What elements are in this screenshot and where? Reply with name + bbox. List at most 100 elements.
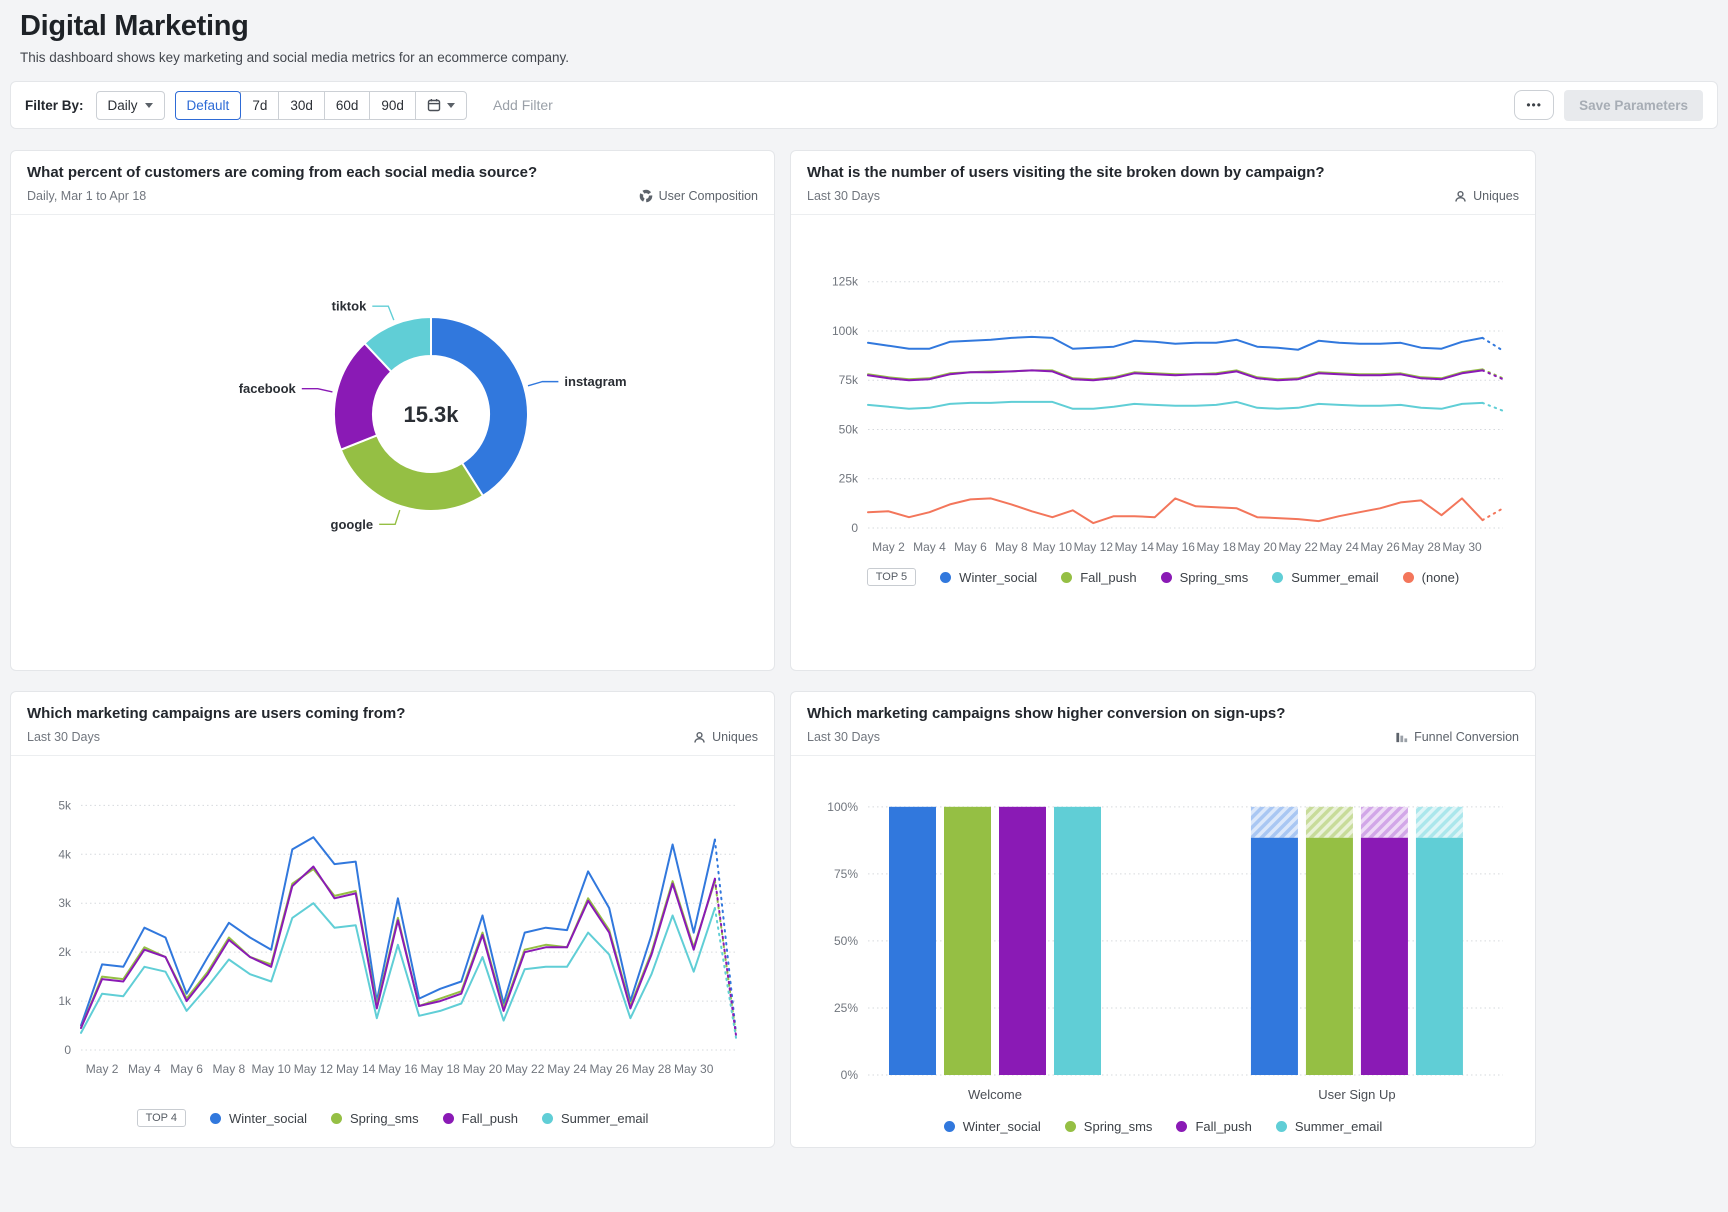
panel-funnel-conversion: Which marketing campaigns show higher co… [790,691,1536,1148]
svg-text:May 14: May 14 [336,1062,376,1076]
legend-label: Fall_push [1080,570,1136,585]
legend-label: Winter_social [959,570,1037,585]
legend-label: Spring_sms [350,1111,419,1126]
bar-chart[interactable]: 0%25%50%75%100%WelcomeUser Sign Up [806,766,1521,1106]
range-button-90d[interactable]: 90d [369,91,416,120]
svg-text:0%: 0% [841,1068,859,1082]
metric-type: Uniques [1454,189,1519,203]
svg-text:50k: 50k [839,422,859,436]
chart-area: 025k50k75k100k125kMay 2May 4May 6May 8Ma… [791,215,1535,586]
legend-item-spring-sms[interactable]: Spring_sms [1161,570,1249,585]
legend-item-winter-social[interactable]: Winter_social [940,570,1037,585]
legend-item-summer-email[interactable]: Summer_email [1276,1119,1382,1134]
legend-item-spring-sms[interactable]: Spring_sms [1065,1119,1153,1134]
range-button-default[interactable]: Default [175,91,242,120]
svg-text:100%: 100% [827,800,858,814]
metric-type: User Composition [639,189,758,203]
legend-dot [1176,1121,1187,1132]
legend-item-winter-social[interactable]: Winter_social [210,1111,307,1126]
legend-item-spring-sms[interactable]: Spring_sms [331,1111,419,1126]
chart-area: instagramgooglefacebooktiktok15.3k [11,215,774,668]
legend-dot [1065,1121,1076,1132]
svg-text:May 26: May 26 [590,1062,630,1076]
svg-text:May 20: May 20 [463,1062,503,1076]
legend-dot [940,572,951,583]
range-button-60d[interactable]: 60d [324,91,371,120]
svg-text:May 26: May 26 [1360,540,1400,554]
panel-title[interactable]: What is the number of users visiting the… [807,164,1325,181]
svg-text:google: google [331,517,374,532]
svg-text:May 6: May 6 [954,540,987,554]
donut-chart[interactable]: instagramgooglefacebooktiktok15.3k [26,225,741,663]
panel-date-range: Daily, Mar 1 to Apr 18 [27,189,537,203]
svg-text:May 22: May 22 [505,1062,545,1076]
legend-item-summer-email[interactable]: Summer_email [542,1111,648,1126]
svg-text:facebook: facebook [239,381,297,396]
dashboard-page: Digital Marketing This dashboard shows k… [0,0,1728,1148]
svg-text:5k: 5k [58,798,72,812]
legend-label: (none) [1422,570,1460,585]
line-chart[interactable]: 025k50k75k100k125kMay 2May 4May 6May 8Ma… [806,225,1521,555]
interval-dropdown-value: Daily [108,98,138,113]
legend-dot [331,1113,342,1124]
legend-label: Fall_push [1195,1119,1251,1134]
chart-area: 0%25%50%75%100%WelcomeUser Sign Up Winte… [791,756,1535,1134]
legend-item-fall-push[interactable]: Fall_push [1061,570,1136,585]
metric-label: Uniques [1473,189,1519,203]
legend-item-winter-social[interactable]: Winter_social [944,1119,1041,1134]
metric-type: Uniques [693,730,758,744]
more-options-button[interactable]: ••• [1514,90,1554,120]
add-filter-button[interactable]: Add Filter [487,96,559,114]
legend-dot [1161,572,1172,583]
svg-text:May 22: May 22 [1278,540,1318,554]
legend-item-summer-email[interactable]: Summer_email [1272,570,1378,585]
legend-dot [443,1113,454,1124]
range-button-7d[interactable]: 7d [240,91,279,120]
svg-text:May 12: May 12 [1074,540,1114,554]
range-button-30d[interactable]: 30d [278,91,325,120]
svg-text:May 10: May 10 [251,1062,291,1076]
panel-date-range: Last 30 Days [27,730,405,744]
svg-text:May 12: May 12 [294,1062,334,1076]
svg-text:May 20: May 20 [1238,540,1278,554]
chart-legend: TOP 4Winter_socialSpring_smsFall_pushSum… [26,1101,759,1127]
svg-text:May 18: May 18 [1197,540,1237,554]
svg-text:May 8: May 8 [213,1062,246,1076]
svg-text:May 28: May 28 [632,1062,672,1076]
legend-label: Summer_email [1291,570,1378,585]
save-parameters-button[interactable]: Save Parameters [1564,90,1703,121]
svg-text:75k: 75k [839,373,859,387]
svg-text:50%: 50% [834,934,858,948]
page-title: Digital Marketing [20,10,1718,43]
metric-type: Funnel Conversion [1395,730,1519,744]
panel-visits-by-campaign: What is the number of users visiting the… [790,150,1536,671]
legend-item--none-[interactable]: (none) [1403,570,1460,585]
panel-title[interactable]: What percent of customers are coming fro… [27,164,537,181]
svg-text:May 14: May 14 [1115,540,1155,554]
svg-text:User Sign Up: User Sign Up [1318,1087,1395,1102]
metric-label: Uniques [712,730,758,744]
legend-item-fall-push[interactable]: Fall_push [1176,1119,1251,1134]
legend-item-fall-push[interactable]: Fall_push [443,1111,518,1126]
chevron-down-icon [447,103,455,108]
svg-text:instagram: instagram [564,374,626,389]
interval-dropdown[interactable]: Daily [96,91,165,120]
panel-social-media-source: What percent of customers are coming fro… [10,150,775,671]
legend-label: Summer_email [1295,1119,1382,1134]
legend-label: Summer_email [561,1111,648,1126]
panel-title[interactable]: Which marketing campaigns are users comi… [27,705,405,722]
svg-text:May 2: May 2 [872,540,905,554]
svg-text:May 2: May 2 [86,1062,119,1076]
svg-text:May 24: May 24 [1319,540,1359,554]
line-chart[interactable]: 01k2k3k4k5kMay 2May 4May 6May 8May 10May… [26,766,761,1096]
svg-text:1k: 1k [58,994,72,1008]
legend-dot [944,1121,955,1132]
svg-text:125k: 125k [832,275,859,289]
panel-header: Which marketing campaigns show higher co… [791,692,1535,756]
date-range-button-group: Default 7d 30d 60d 90d [175,91,467,120]
custom-date-button[interactable] [415,91,467,120]
panel-title[interactable]: Which marketing campaigns show higher co… [807,705,1285,722]
svg-text:May 30: May 30 [1442,540,1482,554]
svg-text:May 6: May 6 [170,1062,203,1076]
svg-text:Welcome: Welcome [968,1087,1022,1102]
